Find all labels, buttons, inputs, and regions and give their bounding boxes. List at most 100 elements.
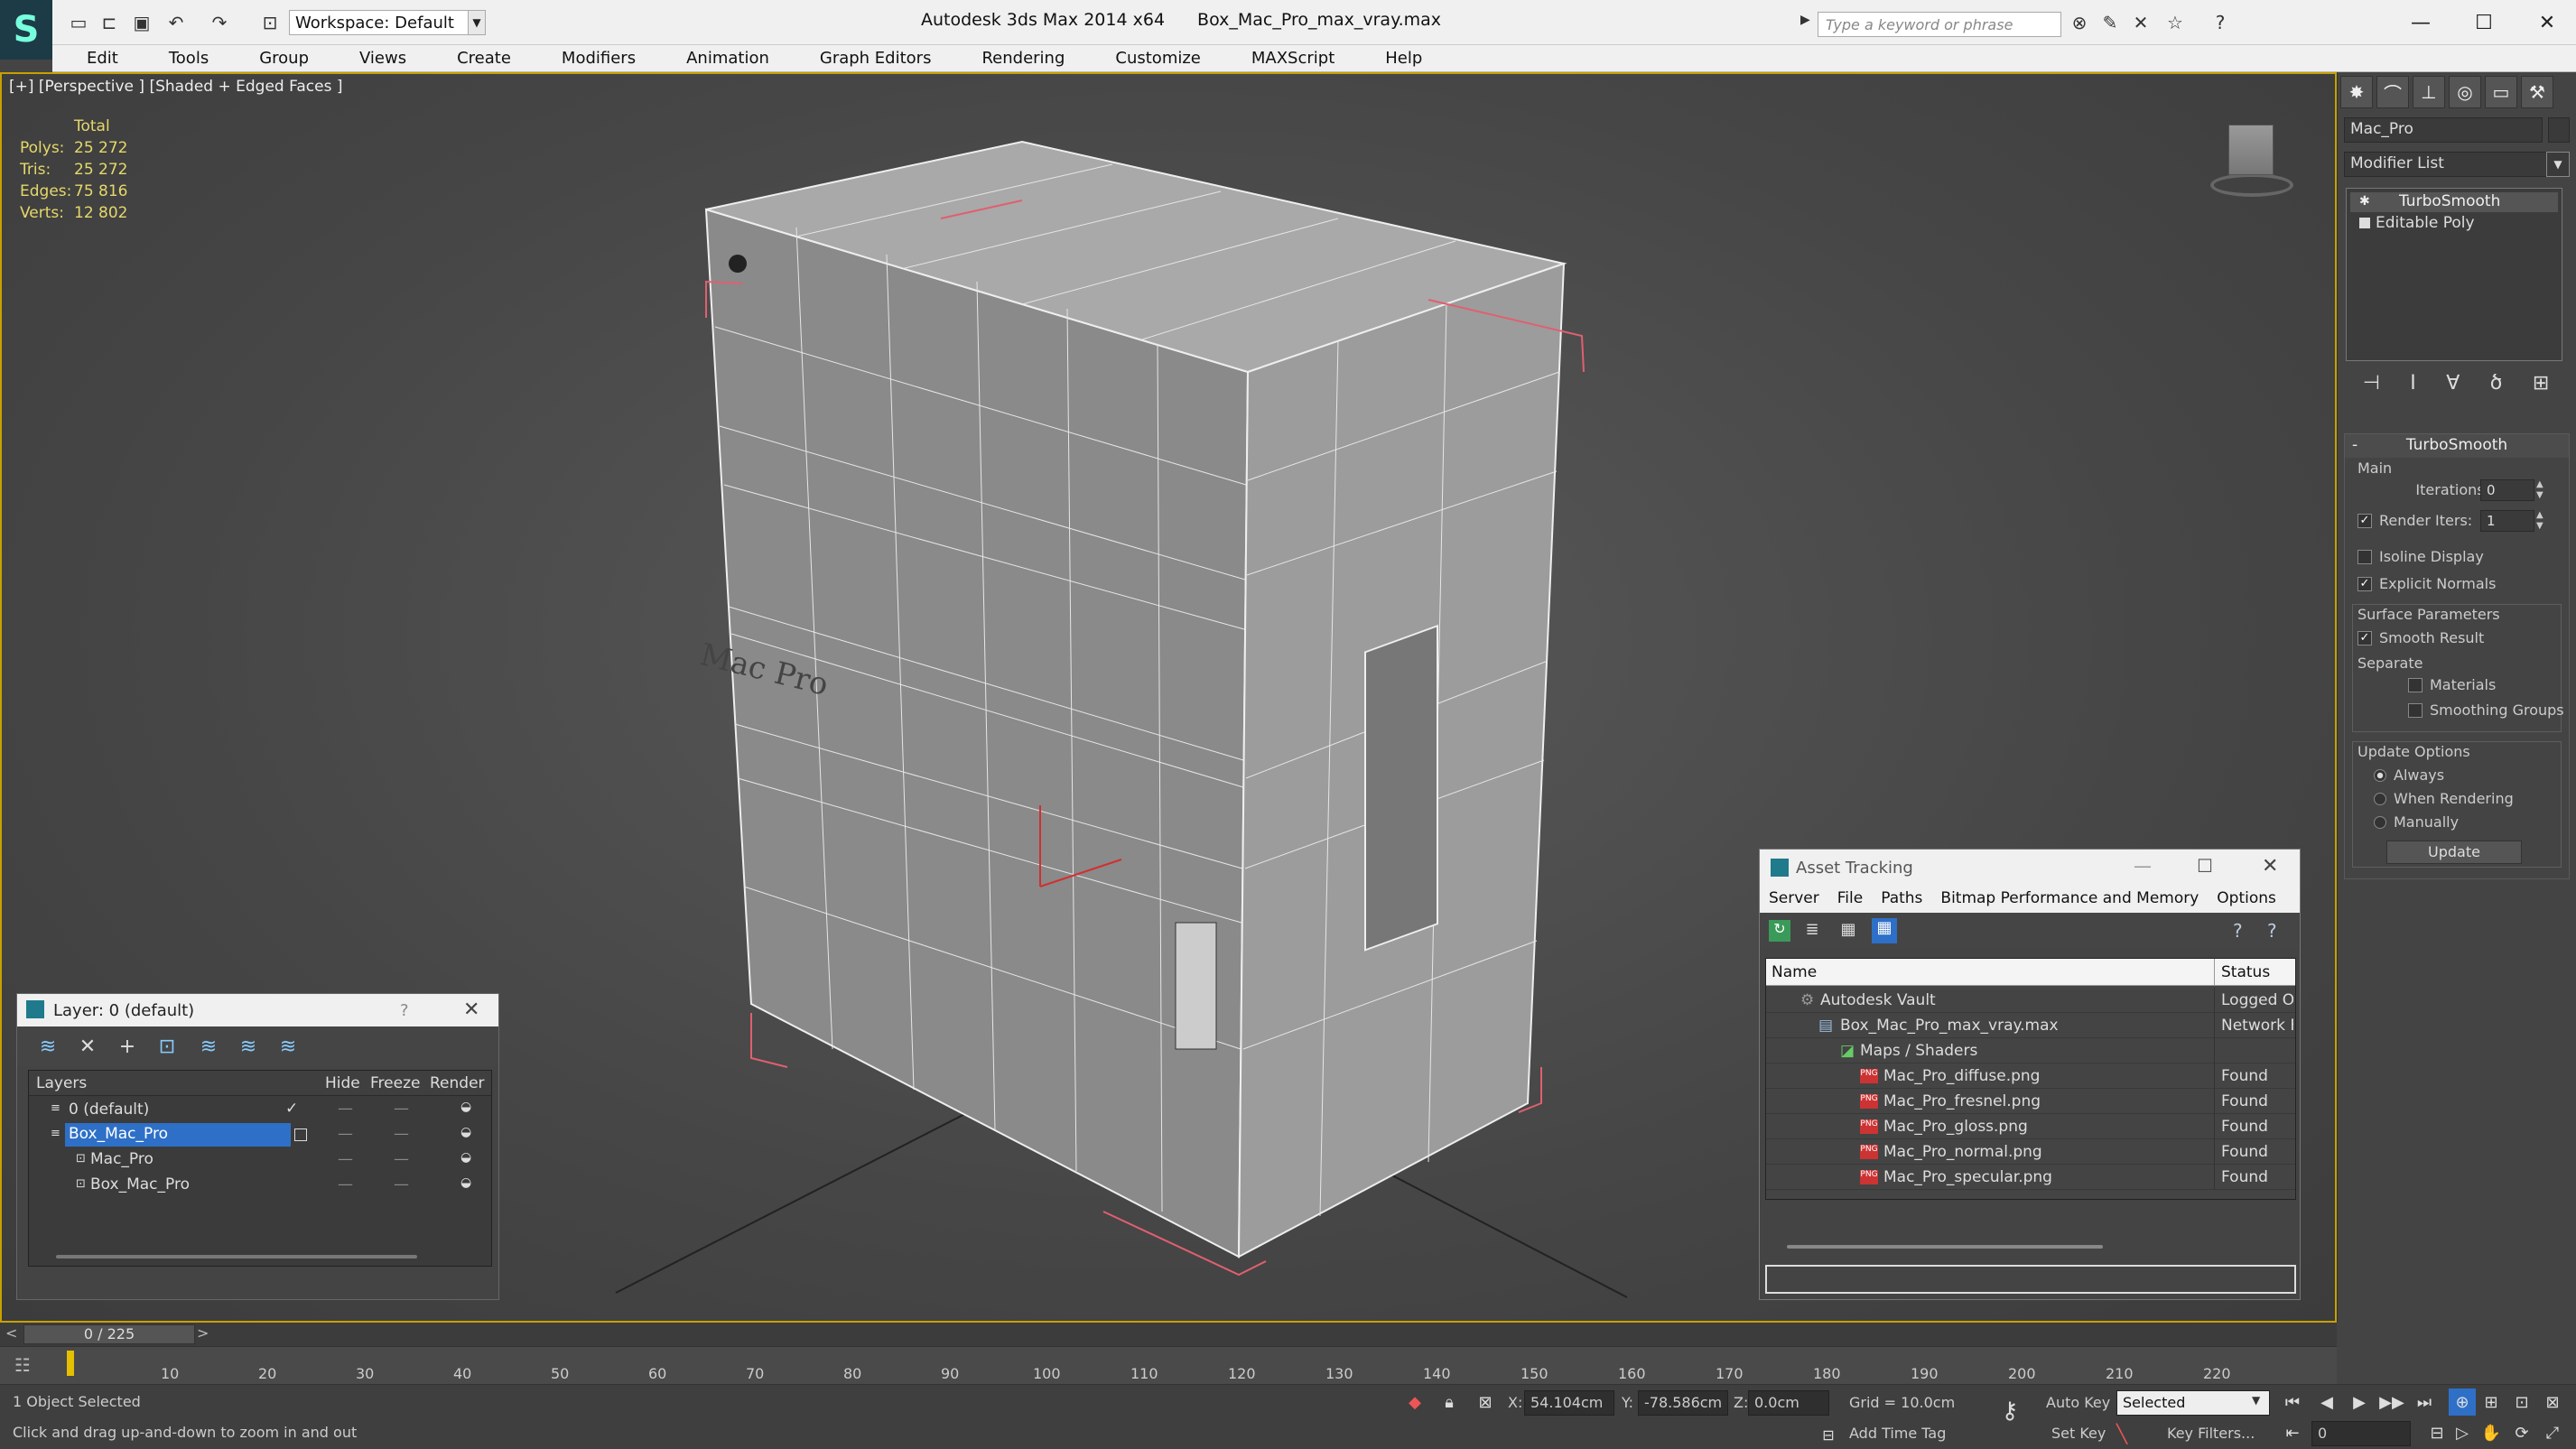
layer-name[interactable]: Box_Mac_Pro: [65, 1123, 291, 1147]
object-color-swatch[interactable]: [2548, 117, 2570, 143]
absolute-mode-icon[interactable]: ⊠: [1472, 1389, 1499, 1416]
layer-row[interactable]: ≡ Box_Mac_Pro — — ◒: [29, 1123, 491, 1148]
freeze-toggle[interactable]: —: [394, 1125, 409, 1143]
when-rendering-row[interactable]: When Rendering: [2374, 790, 2514, 807]
y-coordinate-field[interactable]: -78.586cm: [1638, 1390, 1728, 1416]
key-mode-dropdown[interactable]: Selected: [2116, 1390, 2270, 1416]
asset-menu-bitmap[interactable]: Bitmap Performance and Memory: [1931, 886, 2208, 913]
table-view-icon[interactable]: ▦: [1872, 918, 1897, 943]
minimize-button[interactable]: —: [2389, 0, 2452, 45]
key-mode-toggle-icon[interactable]: ⇤: [2279, 1419, 2306, 1446]
menu-maxscript[interactable]: MAXScript: [1217, 45, 1351, 71]
asset-menu-options[interactable]: Options: [2208, 886, 2285, 913]
set-key-icon[interactable]: ╲: [2116, 1423, 2127, 1444]
close-icon[interactable]: ✕: [2262, 855, 2278, 878]
asset-row[interactable]: ◪ Maps / Shaders: [1766, 1038, 2295, 1064]
object-name[interactable]: Mac_Pro: [90, 1150, 153, 1168]
project-folder-icon[interactable]: ⊡: [256, 9, 284, 36]
update-button[interactable]: Update: [2386, 841, 2522, 864]
close-icon[interactable]: ✕: [463, 999, 479, 1021]
save-icon[interactable]: ▣: [128, 9, 155, 36]
column-header[interactable]: Status: [2221, 963, 2270, 981]
zoom-icon[interactable]: ⊕: [2449, 1389, 2476, 1416]
render-teapot-icon[interactable]: ◒: [460, 1150, 471, 1165]
x-coordinate-field[interactable]: 54.104cm: [1524, 1390, 1614, 1416]
viewport-label[interactable]: [+] [Perspective ] [Shaded + Edged Faces…: [9, 78, 342, 96]
column-header[interactable]: Hide: [325, 1074, 360, 1092]
layer-row[interactable]: ⊡ Mac_Pro — — ◒: [29, 1148, 491, 1174]
delete-layer-icon[interactable]: ✕: [73, 1032, 102, 1061]
hide-toggle[interactable]: —: [338, 1100, 353, 1118]
add-time-tag[interactable]: Add Time Tag: [1849, 1425, 1946, 1442]
when-rendering-radio[interactable]: [2374, 792, 2386, 805]
communication-center-icon[interactable]: ✎: [2097, 9, 2124, 36]
list-view-icon[interactable]: ≣: [1801, 920, 1823, 942]
exchange-icon[interactable]: ✕: [2127, 9, 2154, 36]
asset-menu-paths[interactable]: Paths: [1872, 886, 1931, 913]
asset-row[interactable]: PNG Mac_Pro_normal.png Found: [1766, 1139, 2295, 1165]
display-tab-icon[interactable]: ▭: [2485, 76, 2517, 108]
highlight-layer-icon[interactable]: ≋: [194, 1032, 223, 1061]
create-layer-icon[interactable]: ≋: [33, 1032, 62, 1061]
refresh-icon[interactable]: ↻: [1769, 920, 1790, 942]
configure-sets-icon[interactable]: ⊞: [2533, 372, 2549, 399]
menu-create[interactable]: Create: [423, 45, 527, 71]
column-header[interactable]: Layers: [36, 1074, 87, 1092]
menu-customize[interactable]: Customize: [1081, 45, 1216, 71]
set-key-button[interactable]: Set Key: [2051, 1425, 2106, 1442]
layer-name[interactable]: 0 (default): [65, 1100, 153, 1119]
freeze-toggle[interactable]: —: [394, 1100, 409, 1118]
smoothing-groups-checkbox[interactable]: [2408, 702, 2423, 718]
menu-views[interactable]: Views: [325, 45, 423, 71]
asset-menu-server[interactable]: Server: [1760, 886, 1828, 913]
render-iters-row[interactable]: ✓ Render Iters:: [2357, 512, 2472, 529]
active-layer-box[interactable]: [294, 1129, 307, 1141]
maximize-button[interactable]: ☐: [2452, 0, 2516, 45]
modifier-stack-item[interactable]: Editable Poly: [2350, 214, 2558, 234]
key-icon[interactable]: ⚷: [1992, 1398, 2028, 1425]
maximize-icon[interactable]: ☐: [2197, 855, 2213, 877]
asset-row[interactable]: PNG Mac_Pro_diffuse.png Found: [1766, 1064, 2295, 1089]
workspace-dropdown[interactable]: Workspace: Default: [289, 10, 470, 35]
column-header[interactable]: Freeze: [370, 1074, 420, 1092]
asset-row[interactable]: PNG Mac_Pro_fresnel.png Found: [1766, 1089, 2295, 1114]
slider-next-icon[interactable]: >: [197, 1324, 209, 1342]
play-icon[interactable]: ▶: [2346, 1389, 2373, 1416]
help-icon[interactable]: ?: [2233, 920, 2243, 942]
options-help-icon[interactable]: ?: [2267, 920, 2277, 942]
asset-tracking-titlebar[interactable]: Asset Tracking — ☐ ✕: [1760, 850, 2300, 886]
track-bar[interactable]: ☷ 10 20 30 40 50 60 70 80 90 100 110 120…: [0, 1346, 2337, 1384]
isolate-selection-icon[interactable]: ◆: [1401, 1389, 1428, 1416]
orbit-icon[interactable]: ⟳: [2508, 1419, 2535, 1446]
menu-group[interactable]: Group: [225, 45, 325, 71]
modify-tab-icon[interactable]: ⌒: [2376, 76, 2409, 108]
auto-key-button[interactable]: Auto Key: [2046, 1394, 2110, 1411]
selection-lock-icon[interactable]: 🔒︎: [1436, 1389, 1463, 1416]
render-teapot-icon[interactable]: ◒: [460, 1100, 471, 1114]
chevron-down-icon[interactable]: ▼: [468, 10, 486, 35]
menu-help[interactable]: Help: [1351, 45, 1438, 71]
object-name-field[interactable]: Mac_Pro: [2344, 117, 2543, 143]
spinner-arrows-icon[interactable]: ▲ ▼: [2536, 479, 2543, 501]
binoculars-icon[interactable]: ⊗: [2066, 9, 2093, 36]
zoom-extents-icon[interactable]: ⊡: [2508, 1389, 2535, 1416]
maximize-viewport-icon[interactable]: ⤢: [2539, 1419, 2566, 1446]
spinner-arrows-icon[interactable]: ▲ ▼: [2536, 510, 2543, 532]
isoline-checkbox[interactable]: [2357, 549, 2372, 564]
freeze-toggle[interactable]: —: [394, 1175, 409, 1194]
render-iters-checkbox[interactable]: ✓: [2357, 513, 2372, 528]
utilities-tab-icon[interactable]: ⚒: [2521, 76, 2553, 108]
layer-row[interactable]: ⊡ Box_Mac_Pro — — ◒: [29, 1174, 491, 1199]
explicit-normals-checkbox[interactable]: ✓: [2357, 576, 2372, 591]
smooth-result-row[interactable]: ✓ Smooth Result: [2357, 629, 2484, 646]
time-slider-thumb[interactable]: 0 / 225: [23, 1324, 195, 1344]
z-coordinate-field[interactable]: 0.0cm: [1748, 1390, 1829, 1416]
render-teapot-icon[interactable]: ◒: [460, 1175, 471, 1190]
asset-row[interactable]: PNG Mac_Pro_gloss.png Found: [1766, 1114, 2295, 1139]
remove-modifier-icon[interactable]: ծ: [2490, 372, 2503, 399]
time-configuration-icon[interactable]: ⊟: [2423, 1419, 2450, 1446]
time-slider[interactable]: < 0 / 225 >: [0, 1323, 2337, 1346]
object-name[interactable]: Box_Mac_Pro: [90, 1175, 190, 1194]
create-tab-icon[interactable]: ✸: [2340, 76, 2373, 108]
always-radio[interactable]: [2374, 768, 2386, 782]
